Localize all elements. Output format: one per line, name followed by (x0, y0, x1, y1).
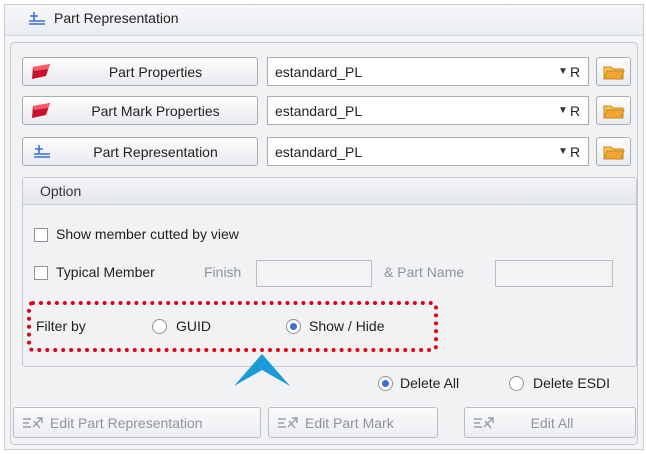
part-properties-button[interactable]: Part Properties (22, 57, 258, 86)
show-member-cutted-checkbox[interactable] (34, 228, 48, 242)
combo-suffix: R (570, 143, 581, 160)
folder-icon (602, 146, 625, 159)
folder-icon (602, 105, 625, 118)
combo-value: estandard_PL (275, 63, 363, 80)
red-part-icon (32, 102, 50, 118)
part-mark-properties-button[interactable]: Part Mark Properties (22, 96, 258, 125)
open-folder-button[interactable] (596, 57, 631, 86)
part-name-input[interactable] (495, 260, 613, 287)
part-representation-icon (34, 144, 50, 158)
edit-part-representation-label: Edit Part Representation (50, 414, 203, 431)
combo-value: estandard_PL (275, 143, 363, 160)
edit-part-representation-button[interactable]: Edit Part Representation (13, 407, 261, 438)
pointer-arrow-icon (234, 354, 290, 386)
combo-suffix: R (570, 63, 581, 80)
edit-part-mark-button[interactable]: Edit Part Mark (268, 407, 438, 438)
edit-all-label: Edit All (530, 414, 574, 431)
edit-part-mark-label: Edit Part Mark (305, 414, 394, 431)
edit-all-button[interactable]: Edit All (464, 407, 636, 438)
part-properties-label: Part Properties (108, 63, 203, 80)
part-representation-label: Part Representation (93, 143, 218, 160)
edit-icon (23, 416, 43, 428)
folder-icon (602, 66, 625, 79)
edit-icon (278, 416, 298, 428)
finish-input[interactable] (256, 260, 372, 287)
delete-all-label: Delete All (400, 375, 460, 391)
combo-suffix: R (570, 102, 581, 119)
finish-label: Finish (204, 264, 242, 280)
part-representation-combo[interactable]: estandard_PL ▼ R (267, 137, 589, 166)
chevron-down-icon[interactable]: ▼ (556, 105, 570, 116)
combo-value: estandard_PL (275, 102, 363, 119)
red-part-icon (32, 63, 50, 79)
delete-all-radio[interactable] (378, 376, 393, 391)
panel-title: Part Representation (54, 10, 179, 26)
open-folder-button[interactable] (596, 137, 631, 166)
part-representation-icon (29, 12, 45, 25)
part-mark-properties-combo[interactable]: estandard_PL ▼ R (267, 96, 589, 125)
option-group-title: Option (40, 183, 82, 199)
show-member-cutted-label: Show member cutted by view (56, 226, 239, 242)
typical-member-label: Typical Member (56, 264, 155, 280)
chevron-down-icon[interactable]: ▼ (556, 66, 570, 77)
chevron-down-icon[interactable]: ▼ (556, 146, 570, 157)
open-folder-button[interactable] (596, 96, 631, 125)
part-properties-combo[interactable]: estandard_PL ▼ R (267, 57, 589, 86)
delete-esdi-radio[interactable] (509, 376, 524, 391)
typical-member-checkbox[interactable] (34, 266, 48, 280)
option-group-header (23, 178, 636, 205)
part-representation-button[interactable]: Part Representation (22, 137, 258, 166)
highlight-box (27, 301, 438, 352)
part-name-label: & Part Name (384, 264, 465, 280)
delete-esdi-label: Delete ESDI (533, 375, 611, 391)
part-mark-properties-label: Part Mark Properties (91, 102, 220, 119)
edit-icon (474, 416, 494, 428)
